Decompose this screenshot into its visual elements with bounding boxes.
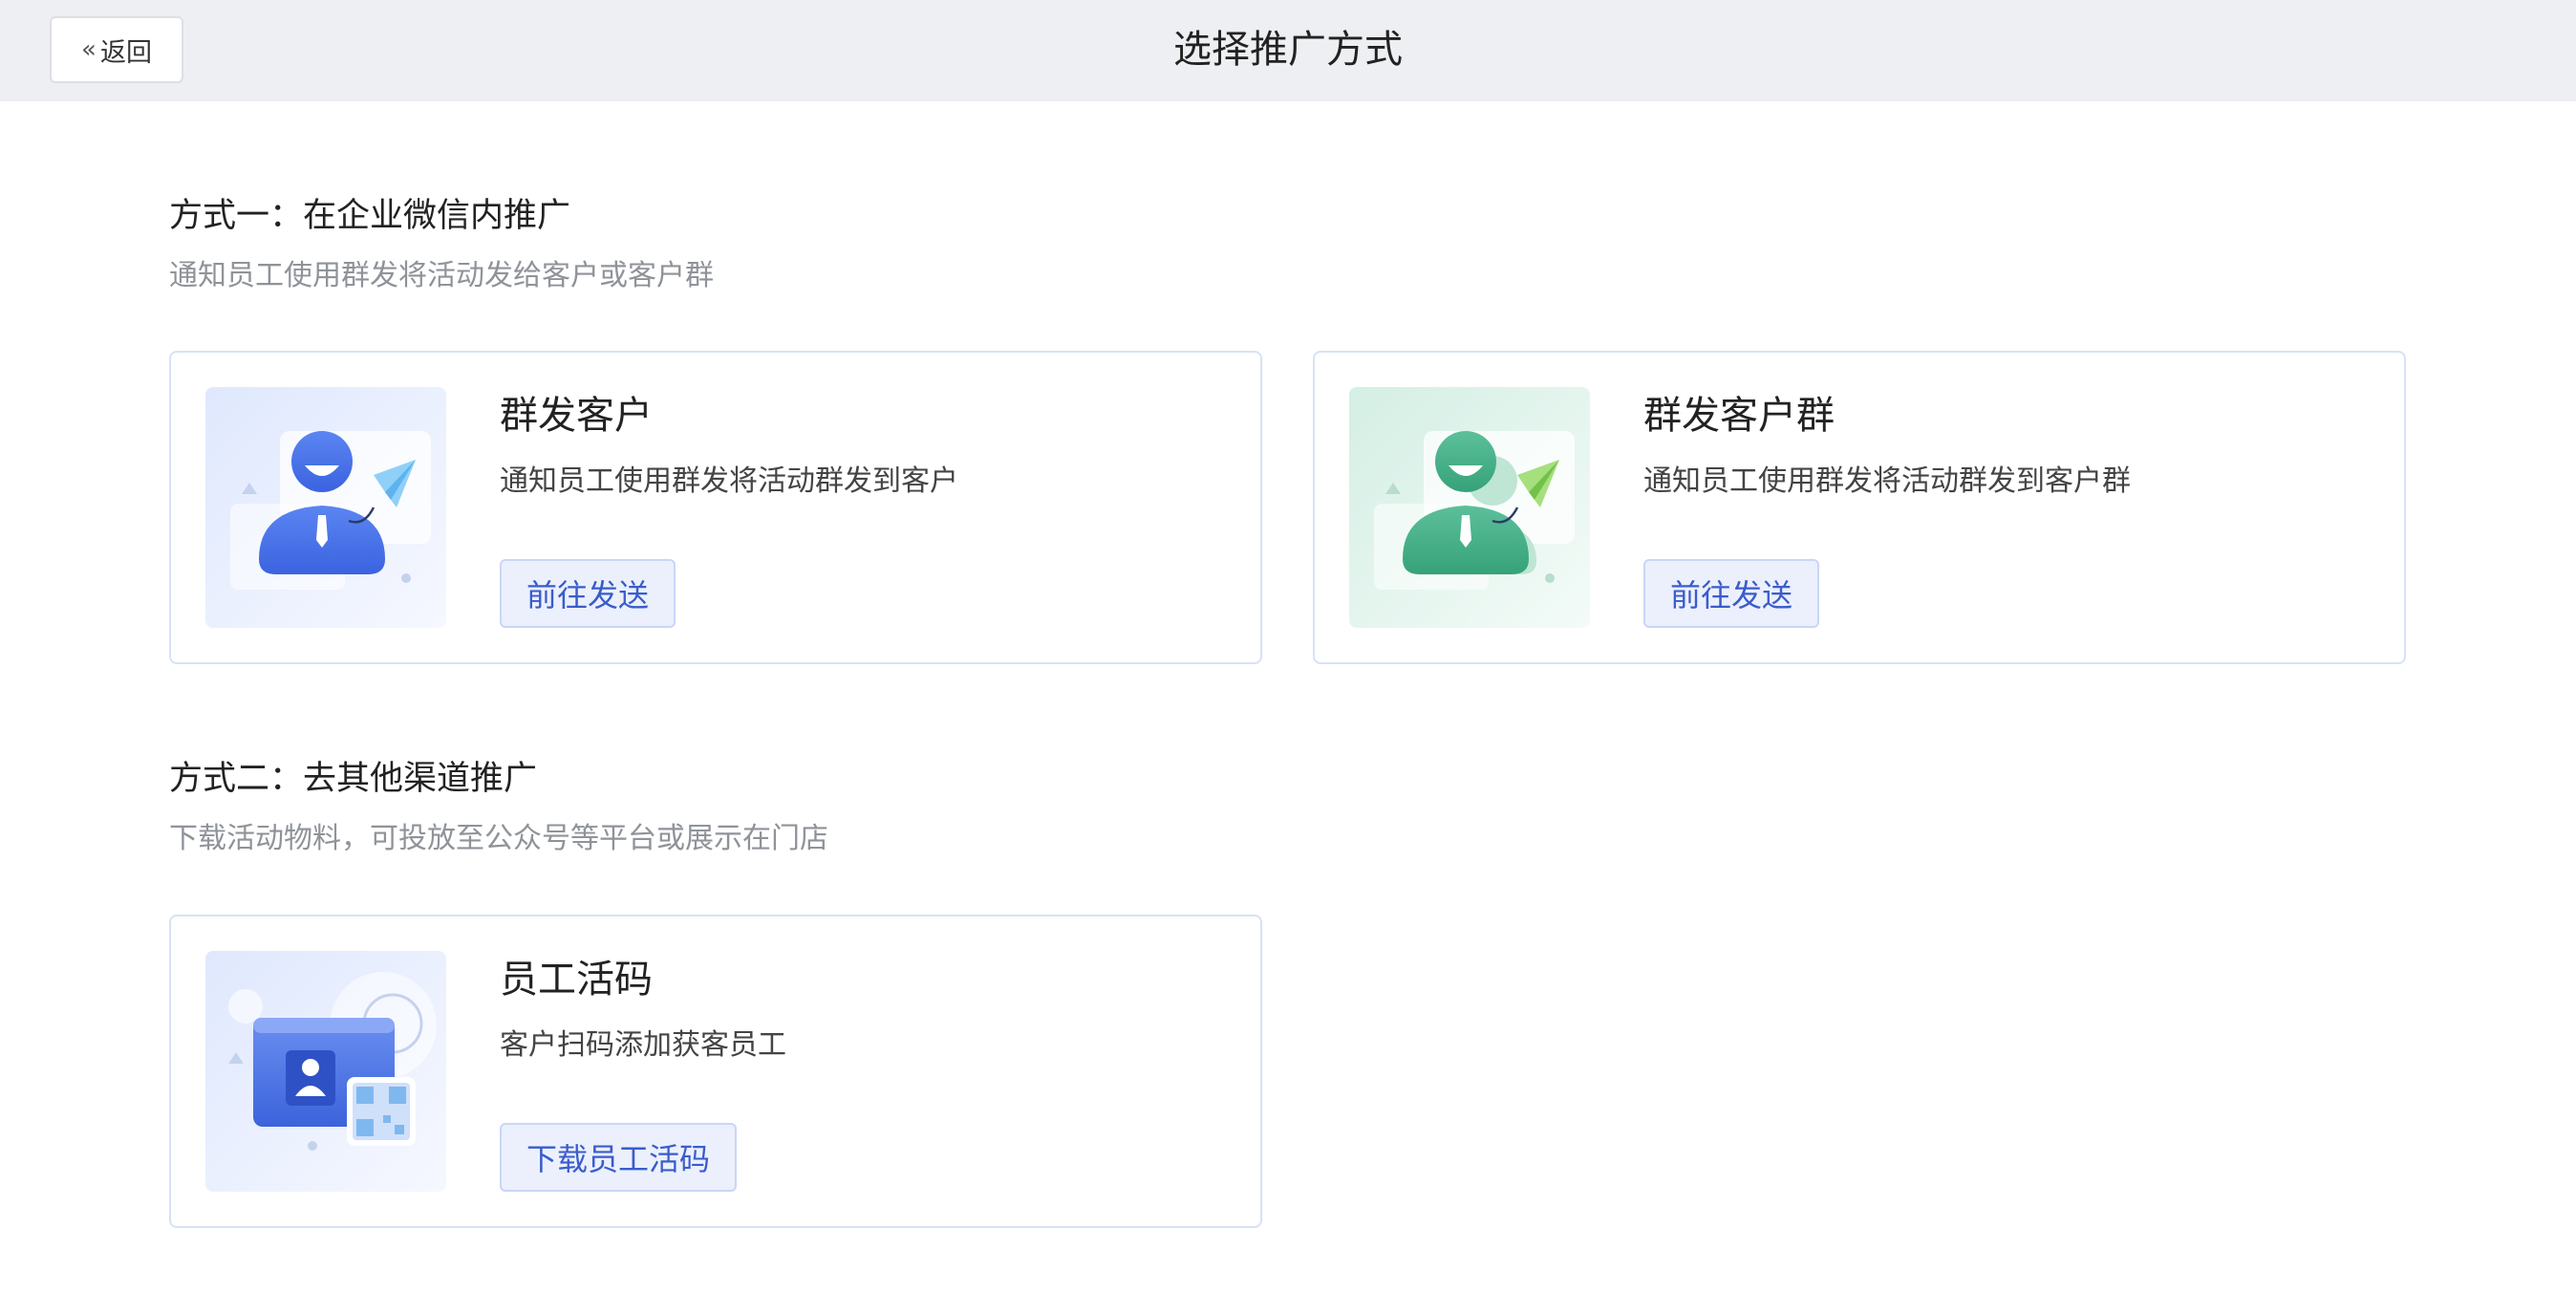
card-description: 通知员工使用群发将活动群发到客户群 xyxy=(1643,464,2131,498)
employee-qr-card-illustration xyxy=(205,951,446,1192)
go-send-button[interactable]: 前往发送 xyxy=(500,559,676,628)
section-title-external: 方式二：去其他渠道推广 xyxy=(169,760,538,798)
card-employee-qr-code[interactable]: 员工活码 客户扫码添加获客员工 下载员工活码 xyxy=(169,915,1262,1228)
card-title: 群发客户 xyxy=(500,394,653,438)
card-title: 群发客户群 xyxy=(1643,394,1835,438)
card-description: 通知员工使用群发将活动群发到客户 xyxy=(500,464,958,498)
card-mass-send-customer-groups[interactable]: 群发客户群 通知员工使用群发将活动群发到客户群 前往发送 xyxy=(1313,351,2406,664)
green-group-paper-plane-illustration xyxy=(1349,387,1590,628)
top-bar: « 返回 选择推广方式 xyxy=(0,0,2576,101)
card-mass-send-customers[interactable]: 群发客户 通知员工使用群发将活动群发到客户 前往发送 xyxy=(169,351,1262,664)
section-title-internal: 方式一：在企业微信内推广 xyxy=(169,197,571,235)
download-employee-qr-button[interactable]: 下载员工活码 xyxy=(500,1123,738,1192)
page-title: 选择推广方式 xyxy=(1173,28,1403,72)
blue-person-paper-plane-illustration xyxy=(205,387,446,628)
section-description-internal: 通知员工使用群发将活动发给客户或客户群 xyxy=(169,259,714,292)
card-description: 客户扫码添加获客员工 xyxy=(500,1028,786,1062)
card-title: 员工活码 xyxy=(500,958,653,1002)
go-send-button[interactable]: 前往发送 xyxy=(1643,559,1820,628)
section-description-external: 下载活动物料，可投放至公众号等平台或展示在门店 xyxy=(169,822,828,855)
